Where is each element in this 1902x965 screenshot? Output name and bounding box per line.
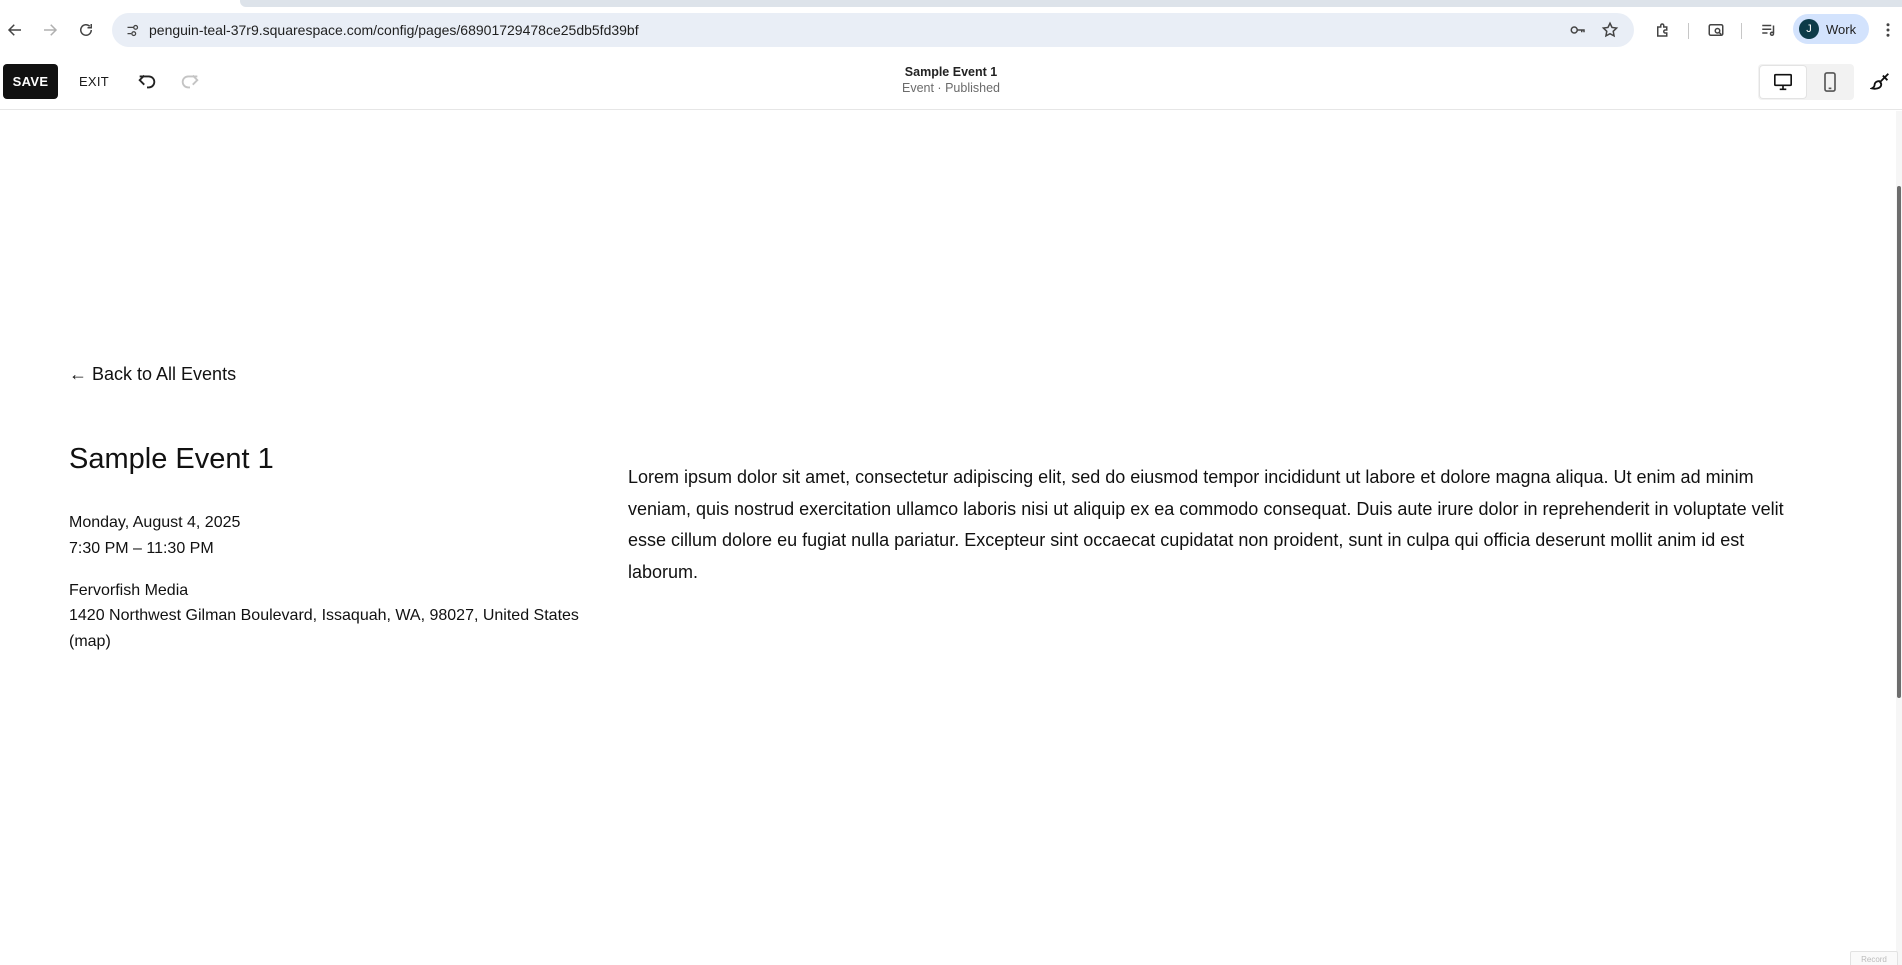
map-link[interactable]: (map) [69,633,111,651]
back-to-events-link[interactable]: ← Back to All Events [69,364,236,385]
event-title: Sample Event 1 [69,443,274,475]
corner-badge: Record [1850,951,1898,965]
address-bar[interactable]: penguin-teal-37r9.squarespace.com/config… [112,13,1634,47]
reload-icon[interactable] [71,15,101,45]
kebab-menu-icon[interactable] [1873,15,1902,45]
tab-strip-bar [240,0,1902,7]
save-button[interactable]: SAVE [3,64,58,99]
avatar: J [1799,19,1819,39]
tab-strip [0,0,1902,7]
mobile-icon[interactable] [1808,66,1852,98]
editor-toolbar: SAVE EXIT Sample Event 1 Event · Publish… [0,53,1902,110]
event-address: 1420 Northwest Gilman Boulevard, Issaqua… [69,607,579,624]
event-description: Lorem ipsum dolor sit amet, consectetur … [628,467,1784,582]
media-controls-icon[interactable] [1754,15,1784,45]
browser-toolbar: penguin-teal-37r9.squarespace.com/config… [0,7,1902,53]
event-time: 7:30 PM – 11:30 PM [69,540,214,557]
toolbar-divider [1688,23,1689,39]
paintbrush-icon[interactable] [1866,67,1896,97]
desktop-icon[interactable] [1760,66,1806,98]
event-date: Monday, August 4, 2025 [69,514,241,531]
bookmark-star-icon[interactable] [1599,19,1621,41]
profile-chip[interactable]: J Work [1793,14,1869,44]
password-key-icon[interactable] [1567,19,1589,41]
forward-arrow-icon[interactable] [35,15,65,45]
page-title[interactable]: Sample Event 1 Event · Published [851,65,1051,95]
page-name: Sample Event 1 [904,65,998,79]
back-arrow-icon[interactable] [0,15,30,45]
device-view-toggle [1758,64,1854,100]
redo-icon[interactable] [176,67,204,95]
event-venue: Fervorfish Media [69,582,189,599]
exit-button[interactable]: EXIT [74,64,114,99]
tab-search-icon[interactable] [1701,15,1731,45]
page-status: Event · Published [902,81,1000,95]
profile-label: Work [1826,21,1857,37]
site-info-icon[interactable] [120,18,144,42]
extensions-puzzle-icon[interactable] [1648,15,1678,45]
toolbar-divider [1741,23,1742,39]
scrollbar-thumb[interactable] [1897,186,1901,698]
url-text[interactable]: penguin-teal-37r9.squarespace.com/config… [149,22,639,38]
undo-icon[interactable] [133,67,161,95]
